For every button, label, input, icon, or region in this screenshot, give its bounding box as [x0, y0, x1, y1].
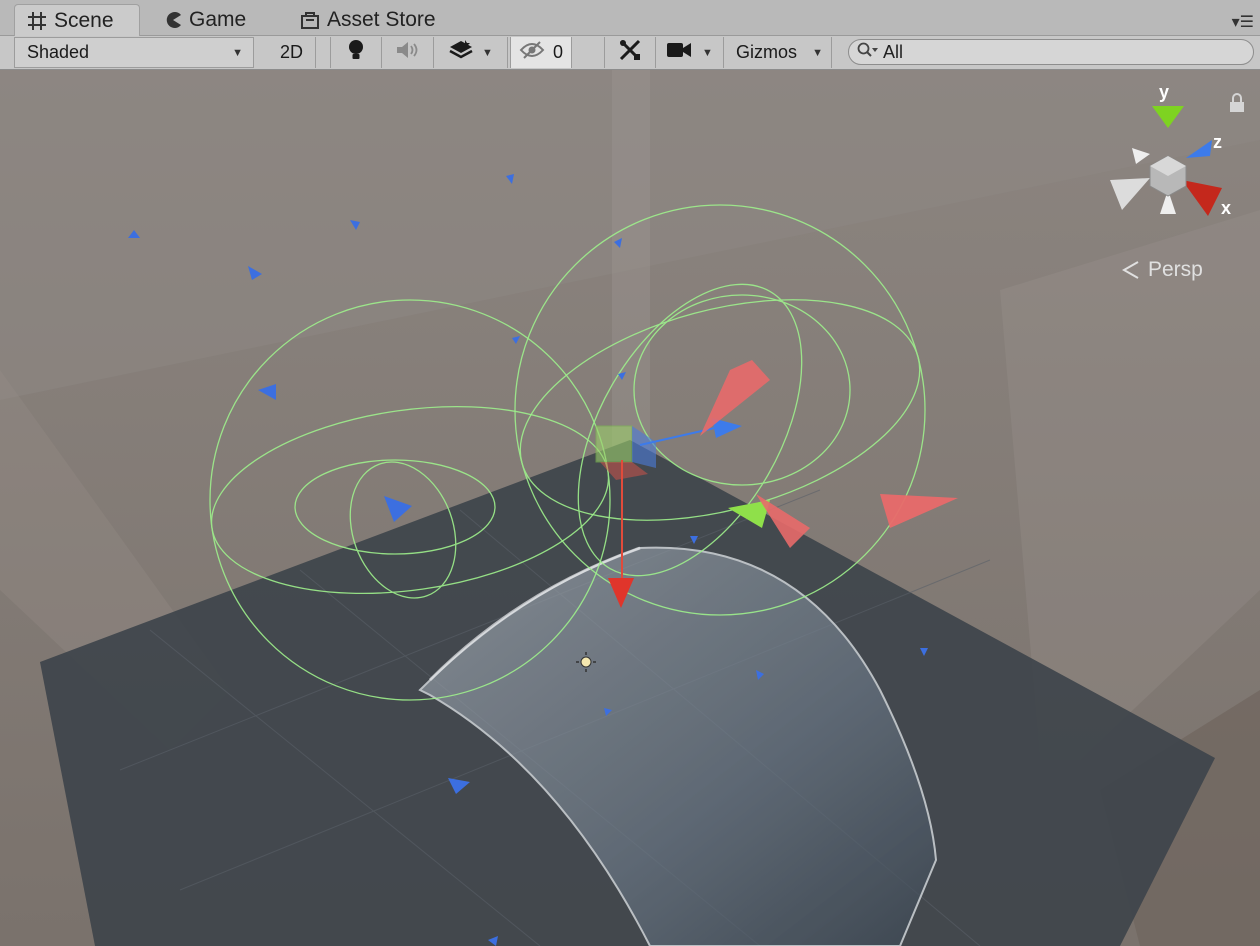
tab-game-label: Game	[189, 8, 247, 31]
audio-toggle-button[interactable]	[382, 37, 434, 68]
tab-bar: Scene Game Asset Store ▾☰	[0, 0, 1260, 36]
tab-scene[interactable]: Scene	[14, 4, 140, 36]
projection-toggle[interactable]: Persp	[1120, 258, 1203, 282]
search-input[interactable]	[883, 41, 1243, 63]
speaker-icon	[395, 40, 421, 65]
camera-icon	[666, 41, 692, 64]
gizmo-plane-handle[interactable]	[595, 425, 633, 463]
2d-label: 2D	[279, 42, 303, 62]
layers-icon	[448, 39, 474, 66]
tab-asset-store[interactable]: Asset Store	[288, 4, 458, 36]
tools-icon	[618, 38, 642, 67]
chevron-down-icon: ▼	[702, 46, 713, 59]
hidden-objects-toggle[interactable]: 0	[510, 37, 572, 68]
camera-dropdown[interactable]: ▼	[656, 37, 724, 68]
gizmos-dropdown[interactable]: Gizmos ▼	[728, 37, 832, 68]
lighting-toggle-button[interactable]	[330, 37, 382, 68]
scene-viewport[interactable]: y z x Persp	[0, 70, 1260, 946]
effects-dropdown[interactable]: ▼	[434, 37, 508, 68]
tab-menu-icon[interactable]: ▾☰	[1232, 12, 1254, 32]
tab-game[interactable]: Game	[152, 4, 270, 36]
draw-mode-label: Shaded	[27, 42, 90, 62]
tools-button[interactable]	[604, 37, 656, 68]
chevron-down-icon: ▼	[232, 46, 243, 59]
axis-label-x: x	[1221, 198, 1232, 218]
gizmos-label: Gizmos	[736, 42, 798, 62]
projection-label: Persp	[1148, 258, 1203, 281]
axis-label-z: z	[1213, 132, 1222, 152]
scene-toolbar: Shaded ▼ 2D ▼ 0 ▼ Gizmos ▼ All	[0, 36, 1260, 70]
tab-asset-store-label: Asset Store	[327, 8, 436, 31]
grid-icon	[27, 11, 47, 31]
lightbulb-icon	[347, 39, 365, 66]
scene-render[interactable]	[0, 70, 1260, 946]
eye-slash-icon	[519, 41, 545, 64]
draw-mode-dropdown[interactable]: Shaded ▼	[14, 37, 254, 68]
search-field[interactable]	[848, 39, 1254, 65]
axis-label-y: y	[1159, 82, 1170, 102]
store-bag-icon	[300, 10, 320, 30]
hidden-count: 0	[552, 42, 563, 62]
search-icon	[857, 42, 879, 63]
pacman-icon	[164, 11, 182, 29]
chevron-down-icon: ▼	[482, 46, 493, 59]
tab-scene-label: Scene	[54, 8, 114, 32]
chevron-down-icon: ▼	[812, 46, 823, 59]
2d-toggle-button[interactable]: 2D	[268, 37, 316, 68]
